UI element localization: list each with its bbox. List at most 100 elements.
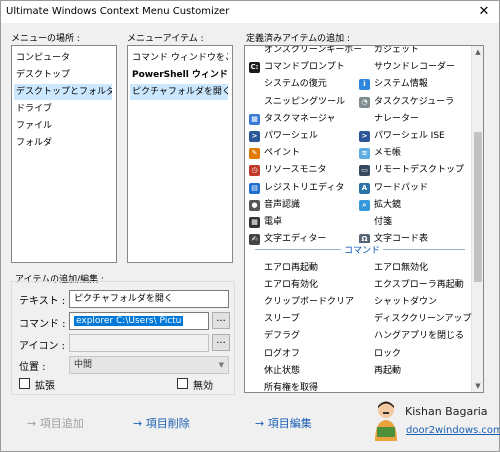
predefined-item[interactable]: ▦ 電卓 — [249, 214, 361, 231]
command-browse-button[interactable]: ... — [212, 312, 230, 329]
location-list-item[interactable]: コンピュータ — [14, 50, 112, 66]
predefined-item[interactable]: > パワーシェル — [249, 128, 361, 145]
predefined-item[interactable]: ガジェット — [359, 46, 471, 59]
command-item[interactable]: スリープ — [264, 311, 374, 328]
predefined-item[interactable]: A ワードパッド — [359, 180, 471, 197]
predefined-item[interactable]: スニッピングツール — [249, 94, 361, 111]
remove-item-button[interactable]: → 項目削除 — [133, 415, 190, 431]
scroll-up-arrow-icon[interactable]: ▲ — [472, 46, 483, 58]
command-item[interactable]: エアロ無効化 — [374, 260, 483, 277]
wordpad-icon: A — [359, 182, 370, 194]
predefined-item[interactable]: ● 音声認識 — [249, 197, 361, 214]
text-field[interactable]: ピクチャフォルダを開く — [69, 290, 229, 308]
location-list-item[interactable]: ドライブ — [14, 101, 112, 117]
add-item-button[interactable]: → 項目追加 — [27, 415, 84, 431]
predefined-item[interactable]: ◔ タスクスケジューラ — [359, 94, 471, 111]
predefined-item[interactable]: ⌕ 拡大鏡 — [359, 197, 471, 214]
command-item[interactable]: 再起動 — [374, 363, 483, 380]
menu-items-list-item[interactable]: ピクチャフォルダを開く — [130, 84, 228, 100]
predefined-label: 定義済みアイテムの追加 : — [246, 34, 350, 44]
command-field-value: explorer C:\Users\ Pictu — [74, 316, 184, 326]
scroll-down-arrow-icon[interactable]: ▼ — [472, 380, 483, 392]
predefined-item-label: 拡大鏡 — [374, 199, 402, 210]
command-item[interactable]: ログオフ — [264, 346, 374, 363]
predefined-listbox[interactable]: ▲ ▼ オンスクリーンキーボード C: コマンドプロンプトシステムの復元スニッピング… — [244, 45, 484, 393]
window-title: Ultimate Windows Context Menu Customizer — [6, 6, 230, 17]
extended-label: 拡張 — [35, 381, 55, 392]
system-info-icon: i — [359, 79, 370, 91]
menu-items-listbox[interactable]: コマンド ウィンドウをここ...PowerShell ウィンドウ...ピクチャフ… — [127, 45, 233, 263]
chevron-down-icon: ▼ — [218, 361, 224, 369]
paint-icon: ✎ — [249, 148, 260, 160]
predefined-item[interactable]: システムの復元 — [249, 76, 361, 93]
predefined-item-label: ペイント — [264, 148, 301, 159]
predefined-item[interactable]: i システム情報 — [359, 76, 471, 93]
predefined-item-label: ナレーター — [374, 113, 420, 124]
command-item[interactable]: 所有権を取得 — [264, 380, 374, 392]
predefined-item[interactable]: ✎ ペイント — [249, 145, 361, 162]
predefined-item-label: サウンドレコーダー — [374, 62, 456, 73]
predefined-item-label: リソースモニタ — [264, 165, 327, 176]
menu-items-list-item[interactable]: コマンド ウィンドウをここ... — [130, 50, 228, 66]
disabled-checkbox[interactable] — [177, 378, 188, 389]
predefined-item[interactable]: > パワーシェル ISE — [359, 128, 471, 145]
command-field[interactable]: explorer C:\Users\ Pictu — [69, 312, 209, 330]
command-section-label: コマンド — [341, 243, 384, 256]
predefined-item-label: パワーシェル — [264, 131, 318, 141]
predefined-item-label: 音声認識 — [264, 199, 301, 210]
disabled-label: 無効 — [193, 381, 213, 392]
clock-icon: ◔ — [359, 96, 370, 108]
predefined-item[interactable]: ▭ リモートデスクトップ — [359, 162, 471, 179]
command-item[interactable]: デフラグ — [264, 328, 374, 345]
command-item[interactable]: エアロ有効化 — [264, 277, 374, 294]
predefined-item[interactable]: ◷ リソースモニタ — [249, 162, 361, 179]
menu-items-label: メニューアイテム : — [127, 34, 204, 44]
menu-items-list-item[interactable]: PowerShell ウィンドウ... — [130, 67, 228, 83]
predefined-item[interactable]: オンスクリーンキーボード — [249, 45, 361, 59]
predefined-item[interactable]: ナレーター — [359, 111, 471, 128]
location-list-item[interactable]: ファイル — [14, 118, 112, 134]
command-item[interactable]: エクスプローラ再起動 — [374, 277, 483, 294]
remote-desktop-icon: ▭ — [359, 165, 370, 177]
edit-item-button[interactable]: → 項目編集 — [255, 415, 312, 431]
close-button[interactable]: ✕ — [469, 1, 499, 23]
powershell-icon: > — [249, 131, 260, 142]
author-name: Kishan Bagaria — [405, 405, 488, 418]
location-list-item[interactable]: フォルダ — [14, 135, 112, 151]
command-item[interactable]: ロック — [374, 346, 483, 363]
location-listbox[interactable]: コンピュータ デスクトップ デスクトップとフォルダ ドライブ ファイル フォルダ — [11, 45, 117, 263]
predefined-item-label: システムの復元 — [264, 79, 327, 90]
command-item[interactable]: ディスククリーンアップ — [374, 311, 483, 328]
position-dropdown[interactable]: 中間 ▼ — [69, 356, 229, 374]
predefined-item-label: オンスクリーンキーボード — [264, 45, 361, 55]
predefined-item[interactable]: サウンドレコーダー — [359, 59, 471, 76]
position-field-label: 位置 : — [19, 362, 46, 373]
icon-browse-button[interactable]: ... — [212, 334, 230, 351]
location-label: メニューの場所 : — [11, 34, 80, 44]
predefined-item-label: メモ帳 — [374, 148, 402, 159]
command-item[interactable]: エアロ再起動 — [264, 260, 374, 277]
command-item[interactable]: ハングアプリを閉じる — [374, 328, 483, 345]
predefined-item-label: 文字エディター — [264, 234, 327, 245]
predefined-item-label: パワーシェル ISE — [374, 131, 445, 141]
position-value: 中間 — [74, 360, 93, 370]
predefined-item[interactable]: ▦ タスクマネージャ — [249, 111, 361, 128]
calculator-icon: ▦ — [249, 217, 260, 228]
predefined-item[interactable]: ▤ レジストリエディタ — [249, 180, 361, 197]
author-site-link[interactable]: door2windows.com — [406, 425, 500, 436]
predefined-item-label: ワードパッド — [374, 182, 429, 193]
extended-checkbox[interactable] — [19, 378, 30, 389]
predefined-item-label: タスクマネージャ — [264, 113, 336, 124]
predefined-item-label: 電卓 — [264, 217, 283, 227]
command-item[interactable]: クリップボードクリア — [264, 294, 374, 311]
predefined-item-label: リモートデスクトップ — [374, 165, 465, 176]
location-list-item[interactable]: デスクトップ — [14, 67, 112, 83]
command-item[interactable]: シャットダウン — [374, 294, 483, 311]
predefined-item[interactable]: C: コマンドプロンプト — [249, 59, 361, 76]
text-field-label: テキスト : — [19, 296, 66, 307]
predefined-item[interactable]: ≡ メモ帳 — [359, 145, 471, 162]
location-list-item[interactable]: デスクトップとフォルダ — [14, 84, 112, 100]
predefined-item[interactable]: 付箋 — [359, 214, 471, 231]
icon-field[interactable] — [69, 334, 209, 352]
command-item[interactable]: 休止状態 — [264, 363, 374, 380]
